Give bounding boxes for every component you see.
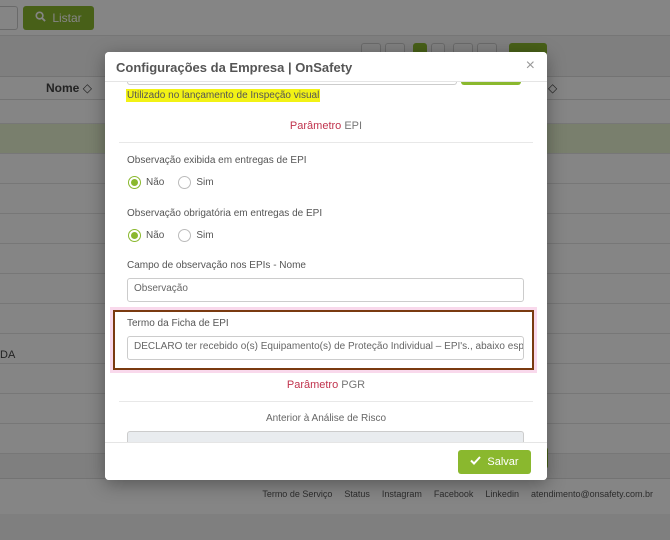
campo-obs-label: Campo de observação nos EPIs - Nome: [127, 260, 306, 271]
anterior-input[interactable]: [127, 431, 524, 442]
termo-ficha-input[interactable]: DECLARO ter recebido o(s) Equipamento(s)…: [127, 336, 524, 360]
check-icon: [470, 456, 482, 468]
inspection-hint: Utilizado no lançamento de Inspeção visu…: [126, 89, 321, 102]
modal-header: Configurações da Empresa | OnSafety ×: [105, 52, 547, 82]
inspection-button[interactable]: [461, 82, 521, 85]
section-param-label: Parâmetro: [286, 379, 339, 391]
obs-exibida-nao-radio[interactable]: Não: [128, 176, 164, 189]
obs-obrigatoria-sim-radio[interactable]: Sim: [178, 229, 214, 242]
divider: [119, 142, 533, 143]
radio-unselected-icon: [178, 229, 192, 242]
inspection-input[interactable]: [127, 82, 457, 85]
obs-obrigatoria-label: Observação obrigatória em entregas de EP…: [127, 208, 323, 219]
section-param-label: Parâmetro: [289, 120, 342, 132]
modal-footer: Salvar: [105, 442, 547, 480]
obs-obrigatoria-nao-radio[interactable]: Não: [128, 229, 164, 242]
divider: [119, 401, 533, 402]
radio-selected-icon: [128, 176, 141, 189]
obs-exibida-sim-radio[interactable]: Sim: [178, 176, 214, 189]
obs-obrigatoria-radio-group: Não Sim: [128, 229, 214, 242]
anterior-label: Anterior à Análise de Risco: [265, 413, 387, 424]
close-icon[interactable]: ×: [526, 58, 535, 74]
obs-exibida-radio-group: Não Sim: [128, 176, 214, 189]
modal-title: Configurações da Empresa | OnSafety: [116, 60, 353, 75]
radio-selected-icon: [128, 229, 141, 242]
section-param-name: EPI: [344, 120, 363, 132]
campo-obs-input[interactable]: Observação: [127, 278, 524, 302]
save-button[interactable]: Salvar: [458, 450, 531, 474]
modal-body[interactable]: Utilizado no lançamento de Inspeção visu…: [105, 82, 547, 442]
save-button-label: Salvar: [487, 456, 519, 468]
company-settings-modal: Configurações da Empresa | OnSafety × Ut…: [105, 52, 547, 480]
section-title-pgr: Parâmetro PGR: [105, 379, 547, 391]
obs-exibida-label: Observação exibida em entregas de EPI: [127, 155, 307, 166]
section-title-epi: Parâmetro EPI: [105, 120, 547, 132]
section-param-name: PGR: [341, 379, 366, 391]
radio-unselected-icon: [178, 176, 192, 189]
termo-ficha-label: Termo da Ficha de EPI: [127, 318, 229, 329]
